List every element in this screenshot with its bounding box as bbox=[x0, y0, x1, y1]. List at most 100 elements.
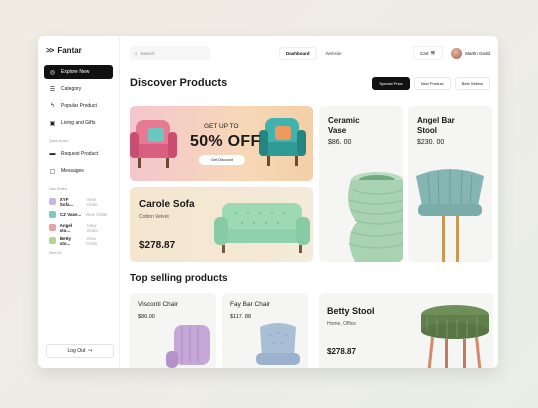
sidebar-item-popular-product[interactable]: ϟ Popular Product bbox=[44, 99, 113, 113]
view-order-link[interactable]: View Order bbox=[87, 223, 108, 233]
promo-discount-text: 50% OFF bbox=[190, 133, 261, 150]
discover-header: Discover Products Special Price New Prod… bbox=[130, 70, 490, 96]
product-filters: Special Price New Product Best Sellers bbox=[372, 76, 490, 90]
filter-best-sellers[interactable]: Best Sellers bbox=[454, 76, 490, 90]
product-price: $117. 88 bbox=[230, 314, 252, 320]
green-stool-image bbox=[421, 305, 489, 368]
tab-website[interactable]: Website bbox=[320, 48, 348, 59]
logout-label: Log Out bbox=[67, 348, 86, 354]
sidebar-item-label: Explore New bbox=[61, 69, 90, 75]
order-item[interactable]: Angel sto... View Order bbox=[44, 221, 113, 234]
list-icon: ☰ bbox=[49, 86, 56, 93]
sidebar-item-category[interactable]: ☰ Category bbox=[44, 82, 113, 96]
product-name: Carole Sofa bbox=[139, 199, 195, 210]
brand: >> Fantar bbox=[46, 46, 111, 55]
sidebar-item-label: Request Product bbox=[61, 151, 99, 157]
product-price: $278.87 bbox=[139, 240, 176, 251]
promo-upto-text: GET UP TO bbox=[204, 123, 239, 130]
sidebar-item-request-product[interactable]: ▬ Request Product bbox=[44, 147, 113, 161]
product-name: Fay Bar Chair bbox=[230, 301, 271, 308]
bolt-icon: ϟ bbox=[50, 103, 55, 109]
cart-button[interactable]: Cart 🛒︎ bbox=[413, 46, 444, 60]
product-price: $86. 00 bbox=[328, 139, 352, 146]
promo-banner: GET UP TO 50% OFF Get Discount bbox=[130, 106, 313, 181]
product-price: $230. 00 bbox=[417, 139, 445, 146]
get-discount-button[interactable]: Get Discount bbox=[199, 155, 245, 165]
order-thumbnail bbox=[49, 224, 56, 231]
sidebar-item-messages[interactable]: ▢ Messages bbox=[44, 164, 113, 178]
sidebar-item-explore-new[interactable]: ◎ Explore New bbox=[44, 65, 113, 79]
product-card-ceramic-vase[interactable]: Ceramic Vase $86. 00 bbox=[319, 106, 403, 262]
order-name: Betty sto... bbox=[59, 235, 72, 246]
filter-special-price[interactable]: Special Price bbox=[372, 76, 410, 90]
product-card-fay-bar-chair[interactable]: Fay Bar Chair $117. 88 bbox=[222, 293, 308, 368]
view-tabs: Dashboard Website bbox=[280, 47, 348, 59]
sidebar: >> Fantar ◎ Explore New ☰ Category ϟ Pop… bbox=[38, 36, 120, 368]
order-item[interactable]: XYF Sofa... View Order bbox=[44, 195, 113, 208]
message-icon: ▢ bbox=[49, 168, 56, 175]
main-content: ⌕ Search Dashboard Website Cart 🛒︎ Marti… bbox=[120, 36, 498, 368]
see-all-link[interactable]: See All bbox=[49, 250, 108, 255]
cart-icon: 🛒︎ bbox=[430, 50, 437, 55]
brand-name: Fantar bbox=[57, 46, 82, 55]
avatar bbox=[451, 47, 463, 59]
product-card-carole-sofa[interactable]: Carole Sofa Cotton Velvet $278.87 bbox=[130, 187, 313, 262]
product-price: $86.00 bbox=[138, 314, 155, 320]
order-name: Angel sto... bbox=[59, 222, 73, 233]
green-sofa-image bbox=[214, 203, 310, 253]
sidebar-item-label: Popular Product bbox=[61, 103, 97, 109]
search-input[interactable]: ⌕ Search bbox=[130, 46, 210, 60]
order-name: XYF Sofa... bbox=[59, 196, 74, 207]
bar-stool-image bbox=[416, 169, 484, 262]
tab-dashboard[interactable]: Dashboard bbox=[280, 47, 316, 59]
product-subtitle: Cotton Velvet bbox=[139, 214, 169, 220]
sidebar-item-label: Living and Gifts bbox=[61, 120, 96, 126]
pink-armchair-image bbox=[130, 120, 177, 168]
product-price: $278.87 bbox=[327, 347, 356, 356]
product-name: Betty Stool bbox=[327, 306, 375, 316]
filter-new-product[interactable]: New Product bbox=[413, 76, 451, 90]
cart-label: Cart bbox=[420, 50, 429, 56]
search-icon: ⌕ bbox=[135, 50, 138, 56]
topbar: ⌕ Search Dashboard Website Cart 🛒︎ Marti… bbox=[130, 36, 490, 70]
view-order-link[interactable]: View Order bbox=[85, 212, 107, 217]
user-name: Martin Gedd bbox=[465, 50, 490, 56]
user-menu[interactable]: Martin Gedd bbox=[451, 47, 490, 59]
logout-button[interactable]: Log Out ↪ bbox=[46, 344, 114, 358]
order-thumbnail bbox=[49, 237, 56, 244]
last-orders-label: Last Orders bbox=[49, 187, 68, 191]
sidebar-item-living-and-gifts[interactable]: ▣ Living and Gifts bbox=[44, 116, 113, 130]
product-name-line: Stool bbox=[417, 126, 437, 135]
quick-action-label: Quick Action bbox=[49, 139, 69, 143]
search-placeholder: Search bbox=[140, 50, 155, 56]
product-card-visconti-chair[interactable]: Visconti Chair $86.00 bbox=[130, 293, 216, 368]
blue-chair-image bbox=[256, 323, 300, 365]
order-name: CZ Vase... bbox=[60, 212, 82, 217]
view-order-link[interactable]: View Order bbox=[86, 197, 108, 207]
gift-icon: ▣ bbox=[49, 120, 56, 127]
product-card-betty-stool[interactable]: Betty Stool Home, Office $278.87 bbox=[319, 293, 493, 368]
purple-chair-image bbox=[166, 325, 210, 368]
product-card-angel-bar-stool[interactable]: Angel Bar Stool $230. 00 bbox=[408, 106, 492, 262]
product-name: Ceramic Vase bbox=[328, 116, 360, 136]
compass-icon: ◎ bbox=[49, 69, 56, 76]
sidebar-item-label: Category bbox=[61, 86, 82, 92]
order-thumbnail bbox=[49, 211, 56, 218]
page-title: Discover Products bbox=[130, 77, 228, 89]
product-name-line: Angel Bar bbox=[417, 116, 455, 125]
order-thumbnail bbox=[49, 198, 56, 205]
product-name-line: Vase bbox=[328, 126, 347, 135]
ceramic-vase-image bbox=[348, 172, 403, 262]
product-subtitle: Home, Office bbox=[327, 321, 357, 327]
order-item[interactable]: CZ Vase... View Order bbox=[44, 208, 113, 221]
sidebar-item-label: Messages bbox=[61, 168, 84, 174]
product-name-line: Ceramic bbox=[328, 116, 360, 125]
view-order-link[interactable]: View Order bbox=[86, 236, 108, 246]
order-item[interactable]: Betty sto... View Order bbox=[44, 234, 113, 247]
product-name: Angel Bar Stool bbox=[417, 116, 455, 136]
section-title-top-selling: Top selling products bbox=[130, 273, 228, 284]
brand-logo-icon: >> bbox=[46, 46, 54, 55]
bed-icon: ▬ bbox=[49, 151, 56, 157]
product-name: Visconti Chair bbox=[138, 301, 178, 308]
app-window: >> Fantar ◎ Explore New ☰ Category ϟ Pop… bbox=[38, 36, 498, 368]
